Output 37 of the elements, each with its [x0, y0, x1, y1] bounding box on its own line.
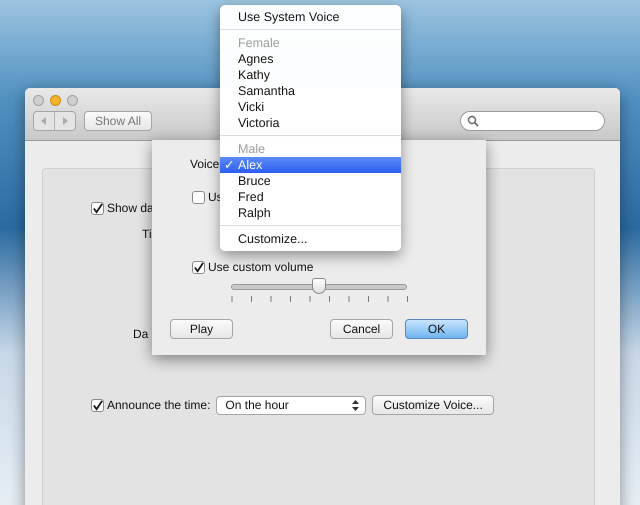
- time-options-label: Ti: [142, 227, 152, 241]
- search-field[interactable]: [460, 111, 605, 131]
- menu-item[interactable]: Bruce: [220, 173, 401, 189]
- menu-item[interactable]: Kathy: [220, 67, 401, 83]
- menu-header: Male: [237, 141, 266, 157]
- checkbox[interactable]: [91, 398, 104, 412]
- up-down-arrows-icon: [352, 400, 360, 410]
- checkbox-label: Use custom volume: [208, 260, 314, 274]
- dialog-button[interactable]: Play: [170, 319, 233, 339]
- voice-label: Voice: [190, 157, 220, 171]
- checkbox[interactable]: [192, 190, 205, 204]
- dialog-button[interactable]: Cancel: [330, 319, 393, 339]
- menu-header: Female: [237, 35, 281, 51]
- dialog-button[interactable]: OK: [405, 319, 468, 339]
- menu-item[interactable]: Samantha: [220, 83, 401, 99]
- zoom-icon[interactable]: [67, 95, 78, 106]
- date-options-label: Da: [133, 327, 148, 341]
- slider-thumb[interactable]: [312, 278, 326, 294]
- menu-item[interactable]: Agnes: [220, 51, 401, 67]
- back-forward-control[interactable]: [33, 111, 76, 131]
- menu-item[interactable]: Victoria: [220, 115, 401, 131]
- customize-voice-button[interactable]: Customize Voice...: [372, 395, 494, 415]
- menu-item[interactable]: Fred: [220, 189, 401, 205]
- interval-popup[interactable]: On the hour: [216, 396, 366, 414]
- checkbox[interactable]: [91, 202, 104, 214]
- menu-item[interactable]: Customize...: [220, 231, 401, 247]
- minimize-icon[interactable]: [50, 95, 61, 106]
- menu-item[interactable]: ✓ Alex: [220, 157, 401, 173]
- menu-item[interactable]: Use System Voice: [220, 9, 401, 25]
- checkbox[interactable]: [192, 260, 205, 274]
- close-icon[interactable]: [33, 95, 44, 106]
- menu-item[interactable]: Ralph: [220, 205, 401, 221]
- show-all-button[interactable]: Show All: [84, 111, 152, 131]
- search-icon: [467, 115, 479, 127]
- checkmark-icon: ✓: [224, 157, 235, 173]
- menu-item[interactable]: Vicki: [220, 99, 401, 115]
- announce-label: Announce the time:: [107, 398, 210, 412]
